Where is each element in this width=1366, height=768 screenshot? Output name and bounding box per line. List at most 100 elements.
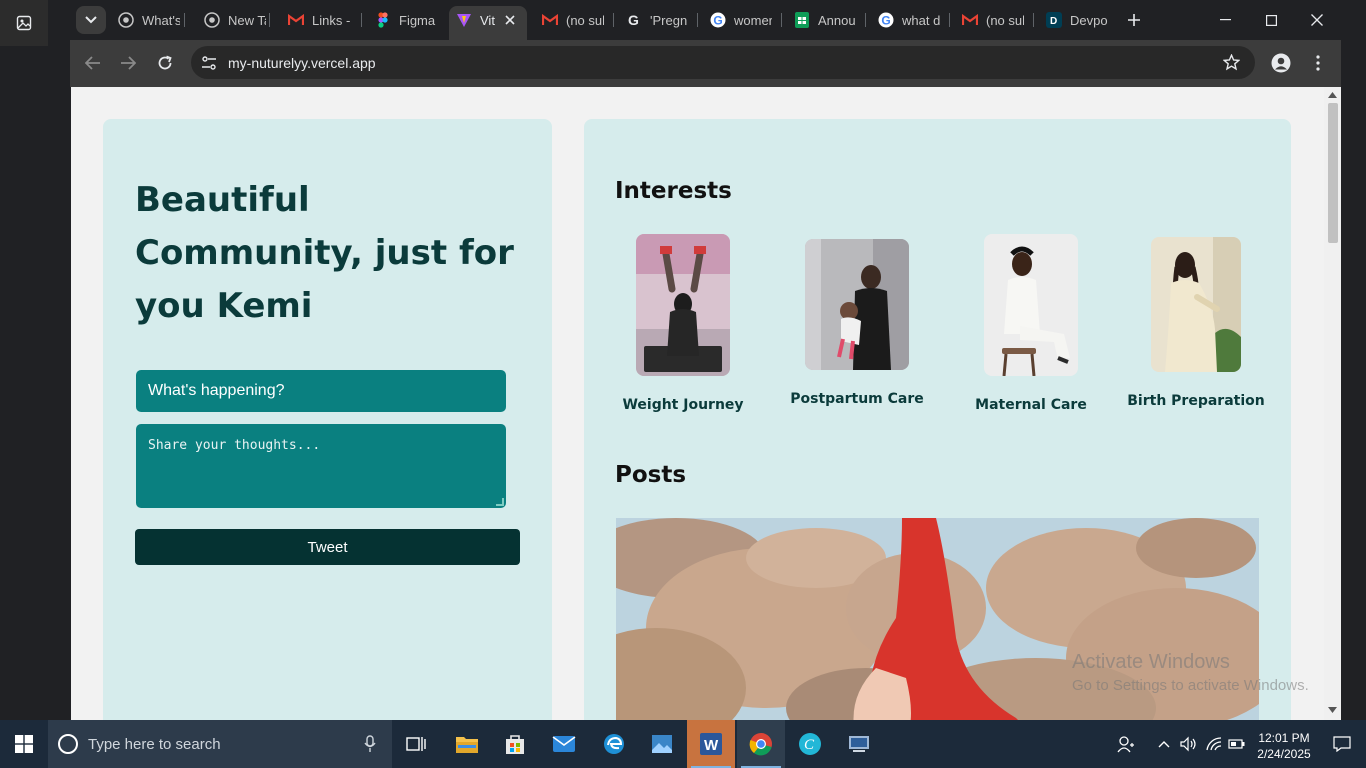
word-button[interactable]: W: [687, 720, 735, 768]
photos-app-icon[interactable]: [0, 0, 48, 46]
tab-9[interactable]: G what d: [868, 8, 940, 32]
tab-label: (no sul: [986, 12, 1024, 28]
arrow-right-icon: [121, 56, 136, 70]
scrollbar-thumb[interactable]: [1328, 103, 1338, 243]
mail-icon: [552, 736, 576, 752]
hero-title: Beautiful Community, just for you Kemi: [135, 180, 514, 326]
forward-button[interactable]: [116, 51, 140, 75]
desktop-strip: [0, 0, 70, 720]
reload-button[interactable]: [153, 51, 177, 75]
close-tab-icon[interactable]: [498, 8, 522, 32]
canva-button[interactable]: C: [786, 720, 834, 768]
kebab-menu-icon: [1316, 55, 1320, 71]
new-tab-button[interactable]: [1122, 8, 1146, 32]
mail-button[interactable]: [540, 720, 588, 768]
scroll-up-icon: [1328, 92, 1337, 98]
file-explorer-button[interactable]: [443, 720, 491, 768]
volume-button[interactable]: [1176, 720, 1202, 768]
resize-handle[interactable]: [496, 498, 504, 506]
battery-icon: [1228, 739, 1245, 749]
minimize-button[interactable]: [1213, 8, 1237, 32]
tab-4-active[interactable]: Vit: [446, 8, 506, 32]
store-button[interactable]: [491, 720, 539, 768]
tab-search-button[interactable]: [76, 6, 106, 34]
address-bar[interactable]: my-nuturelyy.vercel.app: [191, 46, 1255, 79]
chrome-button[interactable]: [737, 720, 785, 768]
devpost-icon: D: [1046, 12, 1062, 28]
arrow-left-icon: [85, 56, 100, 70]
remote-desktop-button[interactable]: [835, 720, 883, 768]
tab-10[interactable]: (no sul: [952, 8, 1024, 32]
tab-11[interactable]: D Devpo: [1036, 8, 1108, 32]
scroll-down-icon: [1328, 707, 1337, 713]
page-scrollbar[interactable]: [1324, 87, 1341, 720]
shopping-bag-icon: [506, 735, 524, 754]
gmail-icon: [288, 12, 304, 28]
action-center-button[interactable]: [1318, 720, 1366, 768]
taskbar-search[interactable]: Type here to search: [48, 720, 392, 768]
interest-maternal-care[interactable]: Maternal Care: [964, 234, 1098, 413]
tweet-button[interactable]: Tweet: [135, 529, 520, 565]
svg-text:G: G: [881, 14, 890, 28]
bookmark-star-icon[interactable]: [1222, 53, 1241, 76]
gmail-icon: [962, 12, 978, 28]
maximize-button[interactable]: [1259, 8, 1283, 32]
tab-label: New Ta: [228, 12, 266, 28]
close-window-button[interactable]: [1305, 8, 1329, 32]
taskbar-clock[interactable]: 12:01 PM 2/24/2025: [1254, 730, 1314, 762]
tab-6[interactable]: G 'Pregn: [616, 8, 688, 32]
interest-label: Birth Preparation: [1127, 393, 1265, 409]
tab-1[interactable]: New Ta: [194, 8, 266, 32]
tab-divider: [184, 13, 185, 27]
tab-3[interactable]: Figma: [365, 8, 437, 32]
tab-strip: What's New Ta Links - Figma Vit (no sul …: [70, 0, 1366, 40]
tab-label: (no sul: [566, 12, 604, 28]
tab-8[interactable]: Annou: [784, 8, 856, 32]
tab-2[interactable]: Links -: [278, 8, 350, 32]
browser-toolbar: my-nuturelyy.vercel.app: [70, 40, 1341, 87]
speaker-icon: [1180, 736, 1196, 752]
tab-7[interactable]: G womer: [700, 8, 772, 32]
interest-label: Postpartum Care: [790, 391, 924, 407]
google-icon: G: [878, 12, 894, 28]
thoughts-placeholder: Share your thoughts...: [148, 438, 321, 453]
chevron-down-icon: [85, 16, 97, 24]
site-info-icon[interactable]: [201, 55, 217, 76]
interest-weight-journey[interactable]: Weight Journey: [616, 234, 750, 413]
people-button[interactable]: [1106, 720, 1146, 768]
gmail-icon: [542, 12, 558, 28]
thoughts-textarea[interactable]: Share your thoughts...: [136, 424, 506, 508]
menu-button[interactable]: [1306, 51, 1330, 75]
tab-5[interactable]: (no sul: [532, 8, 604, 32]
search-placeholder: Type here to search: [88, 735, 221, 753]
tab-divider: [1033, 13, 1034, 27]
tab-divider: [865, 13, 866, 27]
tab-0[interactable]: What's: [108, 8, 180, 32]
back-button[interactable]: [81, 51, 105, 75]
postpartum-care-photo: [805, 239, 909, 370]
task-view-icon: [406, 737, 426, 751]
wifi-icon: [1206, 737, 1222, 751]
tab-label: Devpo: [1070, 12, 1108, 28]
profile-avatar[interactable]: [1269, 51, 1293, 75]
interest-birth-preparation[interactable]: Birth Preparation: [1127, 237, 1265, 409]
person-icon: [1271, 53, 1291, 73]
activate-windows-title: Activate Windows: [1072, 651, 1230, 673]
interests-heading: Interests: [615, 178, 732, 204]
battery-button[interactable]: [1224, 720, 1250, 768]
page-viewport: Beautiful Community, just for you Kemi W…: [71, 87, 1324, 720]
canva-icon: C: [799, 733, 821, 755]
tab-divider: [269, 13, 270, 27]
photos-button[interactable]: [638, 720, 686, 768]
edge-button[interactable]: [590, 720, 638, 768]
interest-postpartum-care[interactable]: Postpartum Care: [789, 239, 925, 407]
task-view-button[interactable]: [392, 720, 440, 768]
sheets-icon: [794, 12, 810, 28]
start-button[interactable]: [0, 720, 48, 768]
show-hidden-icons-button[interactable]: [1150, 720, 1178, 768]
plus-icon: [1128, 14, 1140, 26]
weight-journey-photo: [636, 234, 730, 376]
status-prompt-field[interactable]: What's happening?: [136, 370, 506, 412]
activate-windows-subtitle: Go to Settings to activate Windows.: [1072, 677, 1309, 694]
chrome-icon: [749, 733, 772, 756]
